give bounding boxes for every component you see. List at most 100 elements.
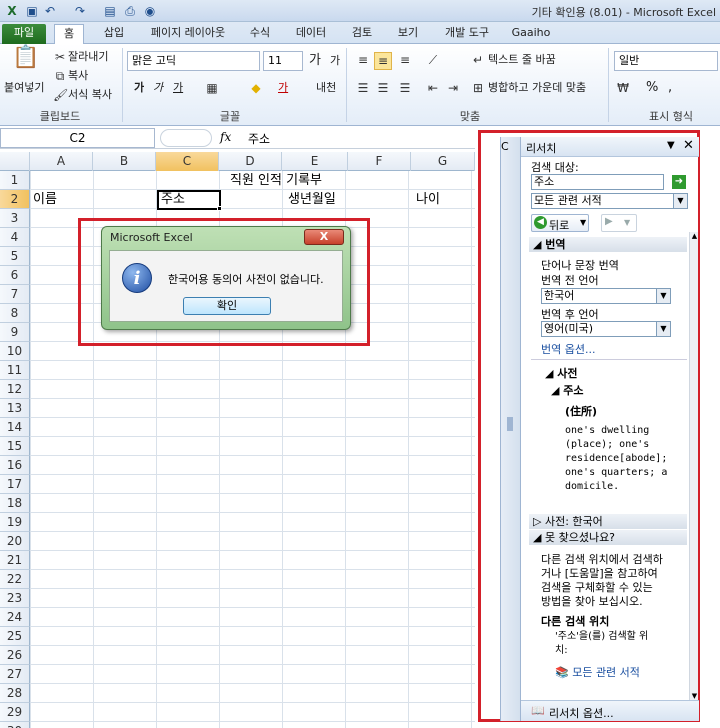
column-header[interactable]: A	[30, 152, 93, 171]
row-header[interactable]: 14	[0, 418, 30, 437]
row-header[interactable]: 24	[0, 608, 30, 627]
paste-icon[interactable]: 📋	[12, 47, 39, 76]
comma-button[interactable]: ,	[668, 80, 672, 96]
font-name-select[interactable]: 맑은 고딕	[127, 51, 260, 71]
wrap-text-button[interactable]: 텍스트 줄 바꿈	[488, 52, 556, 68]
align-left-icon[interactable]: ☰	[354, 80, 372, 96]
camera-icon[interactable]: ◉	[142, 3, 158, 19]
border-icon[interactable]: ▦	[204, 80, 220, 96]
row-header[interactable]: 19	[0, 513, 30, 532]
formula-input[interactable]: 주소	[248, 130, 270, 147]
cell-a2[interactable]: 이름	[33, 190, 57, 209]
row-header[interactable]: 20	[0, 532, 30, 551]
indent-icon[interactable]: ⇤	[424, 80, 442, 96]
row-header[interactable]: 13	[0, 399, 30, 418]
row-header[interactable]: 23	[0, 589, 30, 608]
dictionary-header[interactable]: ◢ 사전	[545, 365, 578, 381]
row-header[interactable]: 25	[0, 627, 30, 646]
column-header[interactable]: B	[93, 152, 156, 171]
align-top-icon[interactable]: ≡	[354, 52, 372, 68]
column-header[interactable]: E	[282, 152, 348, 171]
name-box[interactable]: C2	[0, 128, 155, 148]
tab-insert[interactable]: 삽입	[94, 24, 134, 44]
number-format-select[interactable]: 일반	[614, 51, 718, 71]
row-header[interactable]: 7	[0, 285, 30, 304]
tab-view[interactable]: 보기	[390, 24, 426, 44]
research-options-link[interactable]: 리서치 옵션...	[549, 705, 614, 721]
tab-file[interactable]: 파일	[2, 24, 46, 44]
copy-button[interactable]: 복사	[68, 68, 88, 84]
pane-splitter[interactable]	[500, 137, 520, 721]
row-header[interactable]: 6	[0, 266, 30, 285]
pane-scrollbar[interactable]: ▲ ▼	[689, 232, 698, 702]
print-preview-icon[interactable]: ⎙	[122, 3, 138, 19]
italic-button[interactable]: 가	[153, 80, 163, 96]
to-language-select[interactable]: 영어(미국) ▼	[541, 321, 671, 337]
dialog-close-button[interactable]: X	[304, 229, 344, 245]
outdent-icon[interactable]: ⇥	[444, 80, 462, 96]
align-bottom-icon[interactable]: ≡	[396, 52, 414, 68]
all-books-link[interactable]: 모든 관련 서적	[572, 666, 640, 679]
row-header[interactable]: 26	[0, 646, 30, 665]
paste-button[interactable]: 붙여넣기	[4, 80, 44, 96]
bold-button[interactable]: 가	[134, 80, 144, 96]
insert-function-icon[interactable]: fx	[220, 130, 231, 144]
new-file-icon[interactable]: ▤	[102, 3, 118, 19]
row-header[interactable]: 17	[0, 475, 30, 494]
orientation-icon[interactable]: ⟋	[424, 52, 442, 68]
fill-handle[interactable]	[217, 206, 222, 211]
row-header[interactable]: 9	[0, 323, 30, 342]
row-header[interactable]: 2	[0, 190, 30, 209]
row-header[interactable]: 22	[0, 570, 30, 589]
row-header[interactable]: 11	[0, 361, 30, 380]
back-button[interactable]: ◀ 뒤로 ▼	[531, 214, 589, 232]
cut-button[interactable]: 잘라내기	[68, 49, 108, 65]
all-books-item[interactable]: 📚 모든 관련 서적	[555, 664, 640, 680]
search-input[interactable]: 주소	[531, 174, 664, 190]
from-language-select[interactable]: 한국어 ▼	[541, 288, 671, 304]
align-middle-icon[interactable]: ≡	[374, 52, 392, 70]
currency-icon[interactable]: ₩	[614, 80, 632, 96]
pane-close-icon[interactable]: ✕	[683, 138, 694, 153]
font-size-select[interactable]: 11	[263, 51, 303, 71]
save-icon[interactable]: ▣	[24, 3, 40, 19]
row-header[interactable]: 3	[0, 209, 30, 228]
translation-section-header[interactable]: ◢ 번역	[529, 237, 687, 252]
row-header[interactable]: 18	[0, 494, 30, 513]
translation-options-link[interactable]: 번역 옵션...	[541, 341, 595, 357]
row-header[interactable]: 8	[0, 304, 30, 323]
scroll-up-icon[interactable]: ▲	[690, 232, 699, 242]
merge-center-button[interactable]: 병합하고 가운데 맞춤	[488, 80, 586, 96]
select-all-corner[interactable]	[0, 152, 30, 171]
search-go-icon[interactable]: ➜	[672, 175, 686, 189]
row-header[interactable]: 1	[0, 171, 30, 190]
ok-button[interactable]: 확인	[183, 297, 271, 315]
grow-font-button[interactable]: 가	[309, 53, 321, 69]
shrink-font-button[interactable]: 가	[330, 53, 340, 69]
format-painter-button[interactable]: 서식 복사	[68, 87, 112, 103]
row-header[interactable]: 10	[0, 342, 30, 361]
tab-review[interactable]: 검토	[342, 24, 382, 44]
tab-page-layout[interactable]: 페이지 레이아웃	[140, 24, 236, 44]
redo-icon[interactable]: ↷	[72, 3, 88, 19]
row-header[interactable]: 5	[0, 247, 30, 266]
row-header[interactable]: 30	[0, 722, 30, 728]
dictionary-korean-header[interactable]: ▷ 사전: 한국어	[529, 514, 687, 529]
row-header[interactable]: 16	[0, 456, 30, 475]
tab-gaaiho[interactable]: Gaaiho	[506, 24, 556, 44]
tab-formulas[interactable]: 수식	[242, 24, 278, 44]
column-header[interactable]: G	[411, 152, 475, 171]
cell-g2[interactable]: 나이	[416, 190, 440, 209]
tab-developer[interactable]: 개발 도구	[436, 24, 498, 44]
underline-button[interactable]: 가	[173, 80, 183, 96]
row-header[interactable]: 28	[0, 684, 30, 703]
source-select[interactable]: 모든 관련 서적 ▼	[531, 193, 688, 209]
fill-color-icon[interactable]: ◆	[248, 80, 264, 96]
cell-e2[interactable]: 생년월일	[288, 190, 336, 209]
forward-button[interactable]: ▶ ▼	[601, 214, 637, 232]
tab-home[interactable]: 홈	[54, 24, 84, 44]
column-header[interactable]: D	[219, 152, 282, 171]
row-header[interactable]: 27	[0, 665, 30, 684]
align-right-icon[interactable]: ☰	[396, 80, 414, 96]
not-found-header[interactable]: ◢ 못 찾으셨나요?	[529, 530, 687, 545]
